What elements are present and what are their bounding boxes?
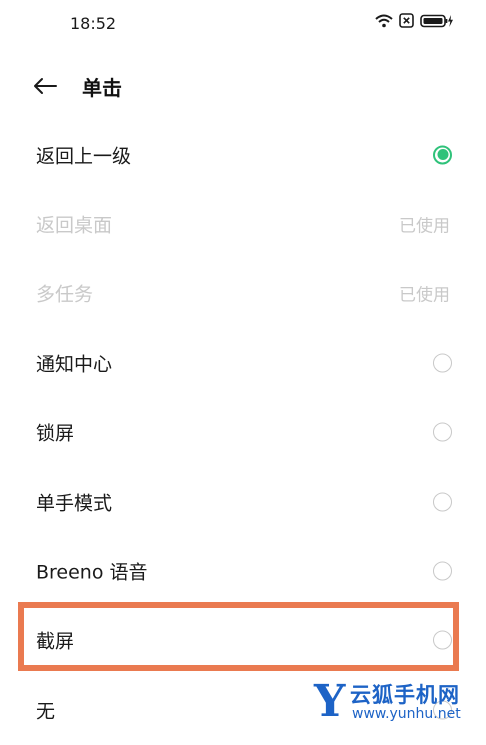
back-button[interactable] xyxy=(30,74,60,102)
radio-button[interactable] xyxy=(433,422,452,442)
option-notification-center[interactable]: 通知中心 xyxy=(0,328,486,397)
arrow-left-icon xyxy=(33,77,57,99)
option-label: 多任务 xyxy=(36,283,94,306)
wifi-icon xyxy=(375,13,393,32)
watermark-name: 云狐手机网 xyxy=(350,683,460,707)
watermark-url: www.yunhu.net xyxy=(352,706,461,722)
option-used-label: 已使用 xyxy=(399,216,450,237)
option-one-hand-mode[interactable]: 单手模式 xyxy=(0,467,486,536)
option-lock-screen[interactable]: 锁屏 xyxy=(0,398,486,467)
option-return-home: 返回桌面 已使用 xyxy=(0,189,486,258)
option-label: 返回桌面 xyxy=(36,214,113,237)
radio-button[interactable] xyxy=(433,492,452,512)
option-multitask: 多任务 已使用 xyxy=(0,259,486,328)
sim-blocked-icon xyxy=(399,13,414,32)
status-time: 18:52 xyxy=(70,14,117,33)
option-label: 通知中心 xyxy=(36,353,113,376)
page-header: 单击 xyxy=(0,64,486,112)
watermark-logo: Y xyxy=(314,676,346,727)
status-bar: 18:52 xyxy=(0,0,486,44)
option-list: 返回上一级 返回桌面 已使用 多任务 已使用 通知中心 锁屏 单手模式 Bree… xyxy=(0,120,486,745)
battery-charging-icon xyxy=(420,13,454,32)
radio-button[interactable] xyxy=(433,630,452,650)
radio-button[interactable] xyxy=(433,561,452,581)
option-screenshot[interactable]: 截屏 xyxy=(0,606,486,675)
option-label: 截屏 xyxy=(36,630,75,653)
radio-button[interactable] xyxy=(433,353,452,373)
option-label: Breeno 语音 xyxy=(36,561,148,584)
option-return-previous[interactable]: 返回上一级 xyxy=(0,120,486,189)
page-title: 单击 xyxy=(82,76,122,100)
option-label: 锁屏 xyxy=(36,422,75,445)
radio-button-selected[interactable] xyxy=(433,145,452,165)
option-label: 返回上一级 xyxy=(36,145,132,168)
option-label: 单手模式 xyxy=(36,492,113,515)
watermark: Y 云狐手机网 www.yunhu.net xyxy=(314,675,484,737)
option-breeno-voice[interactable]: Breeno 语音 xyxy=(0,536,486,605)
option-used-label: 已使用 xyxy=(399,285,450,306)
option-label: 无 xyxy=(36,700,56,723)
status-icons xyxy=(375,13,454,32)
